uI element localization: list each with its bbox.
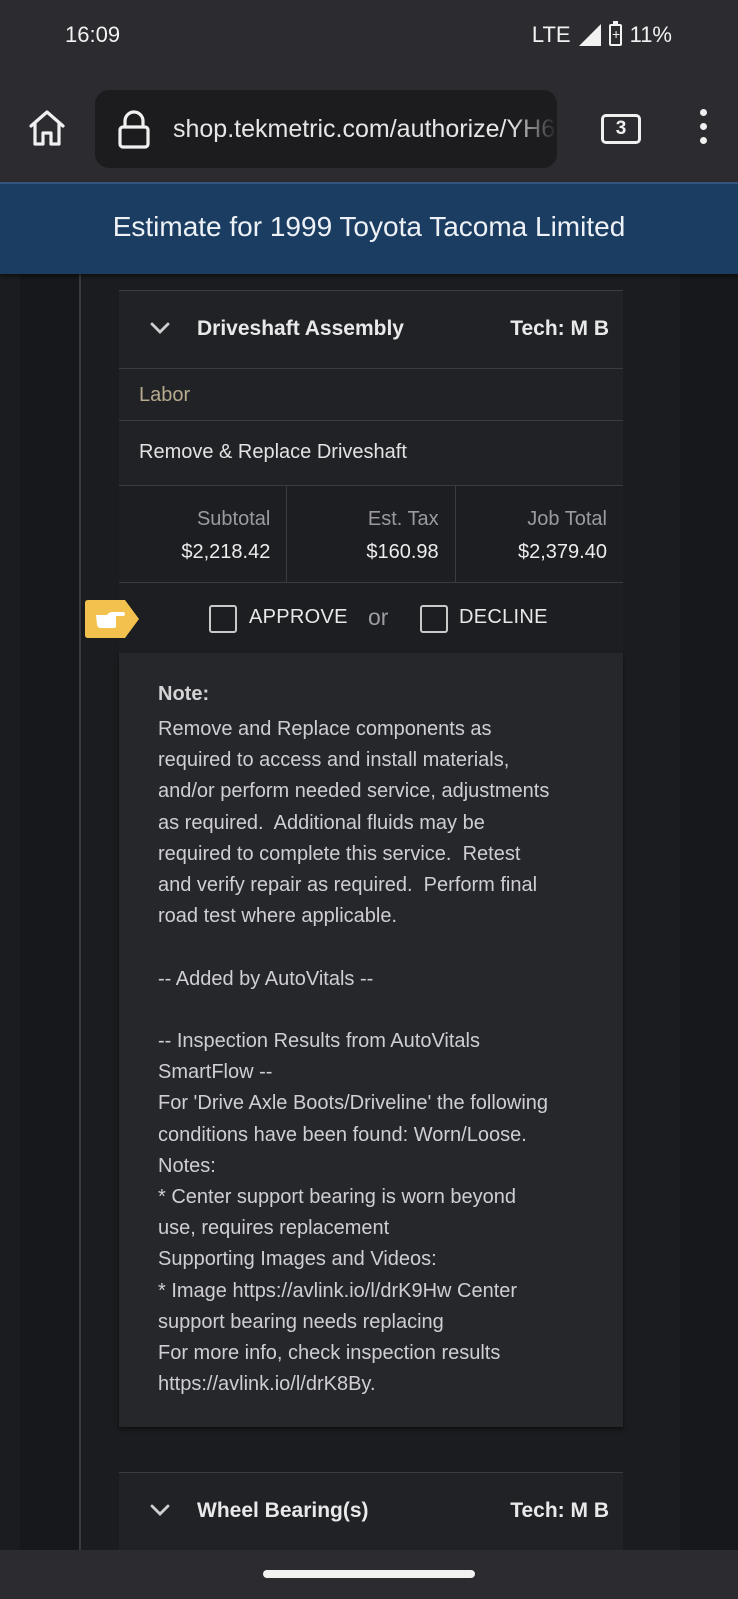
approve-label[interactable]: APPROVE (249, 606, 348, 629)
tax-cell: Est. Tax $160.98 (287, 486, 456, 582)
battery-icon (608, 21, 623, 46)
home-button[interactable] (27, 108, 67, 148)
tax-value: $160.98 (366, 541, 439, 563)
more-vert-icon[interactable] (693, 109, 713, 151)
timeline-line (79, 274, 81, 1550)
chevron-down-icon[interactable] (149, 1499, 171, 1521)
job-tech: Tech: M B (510, 1499, 609, 1522)
right-gutter (680, 274, 738, 1550)
labor-section-header: Labor (119, 369, 623, 421)
lock-icon (118, 110, 150, 149)
note-heading: Note: (158, 683, 210, 705)
tabs-button[interactable]: 3 (601, 114, 641, 144)
tax-label: Est. Tax (367, 508, 439, 530)
estimate-content[interactable]: Driveshaft Assembly Tech: M B Labor Remo… (0, 274, 738, 1550)
estimate-header: Estimate for 1999 Toyota Tacoma Limited (0, 182, 738, 274)
note-body: Remove and Replace components as require… (158, 718, 550, 1396)
status-time: 16:09 (65, 22, 121, 47)
browser-toolbar: shop.tekmetric.com/authorize/YH6 3 (0, 74, 738, 182)
approve-checkbox[interactable] (209, 605, 237, 633)
job-totals: Subtotal $2,218.42 Est. Tax $160.98 Job … (119, 486, 623, 583)
job-total-value: $2,379.40 (518, 541, 607, 563)
labor-item-description: Remove & Replace Driveshaft (139, 441, 407, 463)
subtotal-label: Subtotal (196, 508, 271, 530)
job-header-wheel-bearings[interactable]: Wheel Bearing(s) Tech: M B (119, 1472, 623, 1550)
job-note: Note: Remove and Replace components as r… (119, 653, 623, 1427)
address-bar[interactable]: shop.tekmetric.com/authorize/YH6 (95, 90, 557, 168)
system-nav-bar (0, 1550, 738, 1599)
labor-item: Remove & Replace Driveshaft (119, 421, 623, 486)
left-gutter (20, 274, 80, 1550)
signal-icon (578, 24, 601, 46)
battery-percent: 11% (629, 22, 672, 47)
gesture-handle[interactable] (263, 1570, 475, 1578)
subtotal-cell: Subtotal $2,218.42 (119, 486, 288, 582)
subtotal-value: $2,218.42 (181, 541, 271, 563)
job-header-driveshaft[interactable]: Driveshaft Assembly Tech: M B (119, 290, 623, 369)
approval-row: APPROVE or DECLINE (119, 583, 623, 653)
job-total-cell: Job Total $2,379.40 (456, 486, 623, 582)
network-label: LTE (531, 22, 571, 47)
home-icon (29, 110, 65, 146)
job-title: Wheel Bearing(s) (197, 1499, 369, 1522)
hand-pointer-icon (85, 600, 139, 638)
decline-checkbox[interactable] (420, 605, 448, 633)
status-bar: 16:09 LTE 11% (0, 0, 738, 74)
job-title: Driveshaft Assembly (197, 317, 404, 340)
url-text: shop.tekmetric.com/authorize/YH6 (173, 115, 556, 143)
chevron-down-icon[interactable] (149, 317, 171, 339)
status-indicators: LTE 11% (531, 21, 672, 48)
decline-label[interactable]: DECLINE (459, 606, 548, 629)
or-label: or (368, 604, 389, 630)
job-tech: Tech: M B (510, 317, 609, 340)
labor-label: Labor (139, 384, 191, 406)
page-title: Estimate for 1999 Toyota Tacoma Limited (112, 211, 626, 242)
job-total-label: Job Total (527, 508, 607, 530)
